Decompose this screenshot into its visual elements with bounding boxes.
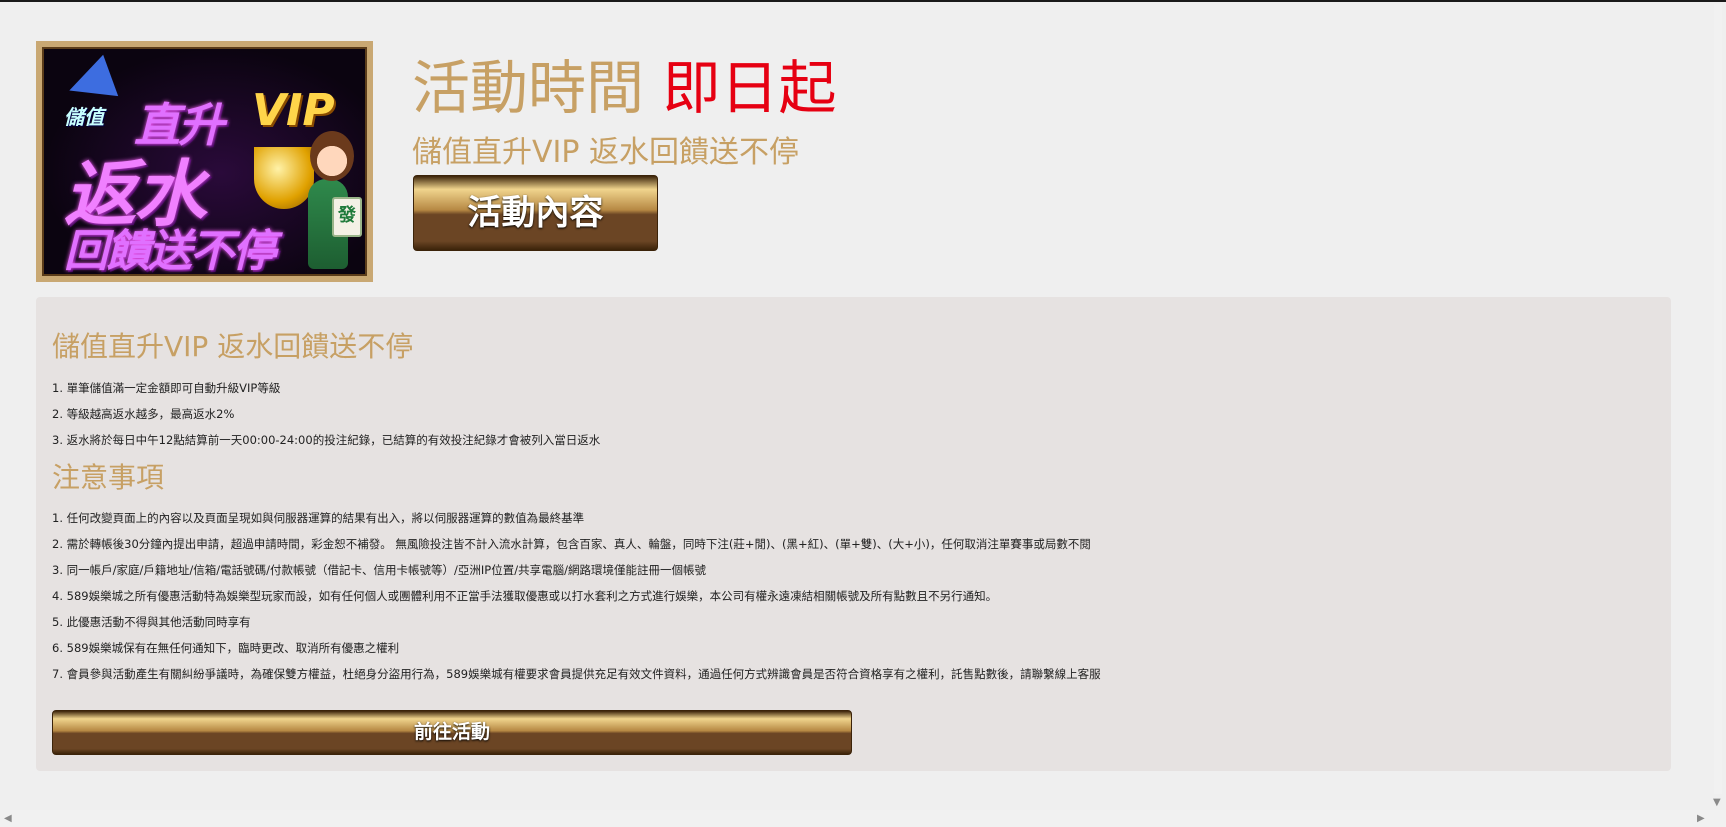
scroll-left-arrow-icon[interactable]: ◀ [4,810,12,827]
activity-time-heading: 活動時間 即日起 [412,52,836,124]
scroll-down-arrow-icon[interactable]: ▼ [1713,794,1721,811]
activity-content-button[interactable]: 活動內容 [413,175,658,251]
list-item: 6. 589娛樂城保有在無任何通知下，臨時更改、取消所有優惠之權利 [52,641,400,655]
promotion-page: 儲值 直升 VIP 返水 發 回饋送不停 活動時間 即日起 儲值直升VIP 返水… [0,2,1710,810]
vertical-scrollbar[interactable]: ▼ [1710,2,1726,810]
vip-rules-list: 1. 單筆儲值滿一定金額即可自動升級VIP等級 2. 等級越高返水越多，最高返水… [52,375,600,453]
details-panel: 儲值直升VIP 返水回饋送不停 1. 單筆儲值滿一定金額即可自動升級VIP等級 … [36,297,1671,771]
list-item: 2. 需於轉帳後30分鐘內提出申請，超過申請時間，彩金恕不補發。 無風險投注皆不… [52,537,1091,551]
trophy-icon [254,147,314,209]
section-title-notes: 注意事項 [52,461,165,494]
banner-text-small: 儲值 [64,105,104,129]
mascot-head [310,131,354,181]
vertical-scrollbar-thumb[interactable] [1714,4,1722,794]
list-item: 1. 單筆儲值滿一定金額即可自動升級VIP等級 [52,381,281,395]
activity-time-value: 即日起 [662,54,837,122]
list-item: 1. 任何改變頁面上的內容以及頁面呈現如與伺服器運算的結果有出入，將以伺服器運算… [52,511,585,525]
section-title-vip: 儲值直升VIP 返水回饋送不停 [52,330,414,363]
promotion-subtitle: 儲值直升VIP 返水回饋送不停 [412,135,799,170]
scroll-right-arrow-icon[interactable]: ▶ [1697,810,1705,827]
banner-text-line3: 回饋送不停 [64,226,276,277]
list-item: 2. 等級越高返水越多，最高返水2% [52,407,235,421]
notes-list: 1. 任何改變頁面上的內容以及頁面呈現如與伺服器運算的結果有出入，將以伺服器運算… [52,505,1101,687]
activity-time-label: 活動時間 [412,54,645,122]
horizontal-scrollbar[interactable]: ◀ ▶ [0,810,1726,827]
mahjong-tile-icon: 發 [332,197,362,237]
banner-text-vip: VIP [252,85,335,136]
goto-activity-button[interactable]: 前往活動 [52,710,852,755]
list-item: 3. 返水將於每日中午12點結算前一天00:00-24:00的投注紀錄，已結算的… [52,433,601,447]
list-item: 7. 會員參與活動產生有關糾紛爭議時，為確保雙方權益，杜絕身分盜用行為，589娛… [52,667,1101,681]
list-item: 5. 此優惠活動不得與其他活動同時享有 [52,615,251,629]
list-item: 4. 589娛樂城之所有優惠活動特為娛樂型玩家而設，如有任何個人或團體利用不正當… [52,589,998,603]
list-item: 3. 同一帳戶/家庭/戶籍地址/信箱/電話號碼/付款帳號（借記卡、信用卡帳號等）… [52,563,706,577]
promotion-banner-image: 儲值 直升 VIP 返水 發 回饋送不停 [36,41,373,282]
